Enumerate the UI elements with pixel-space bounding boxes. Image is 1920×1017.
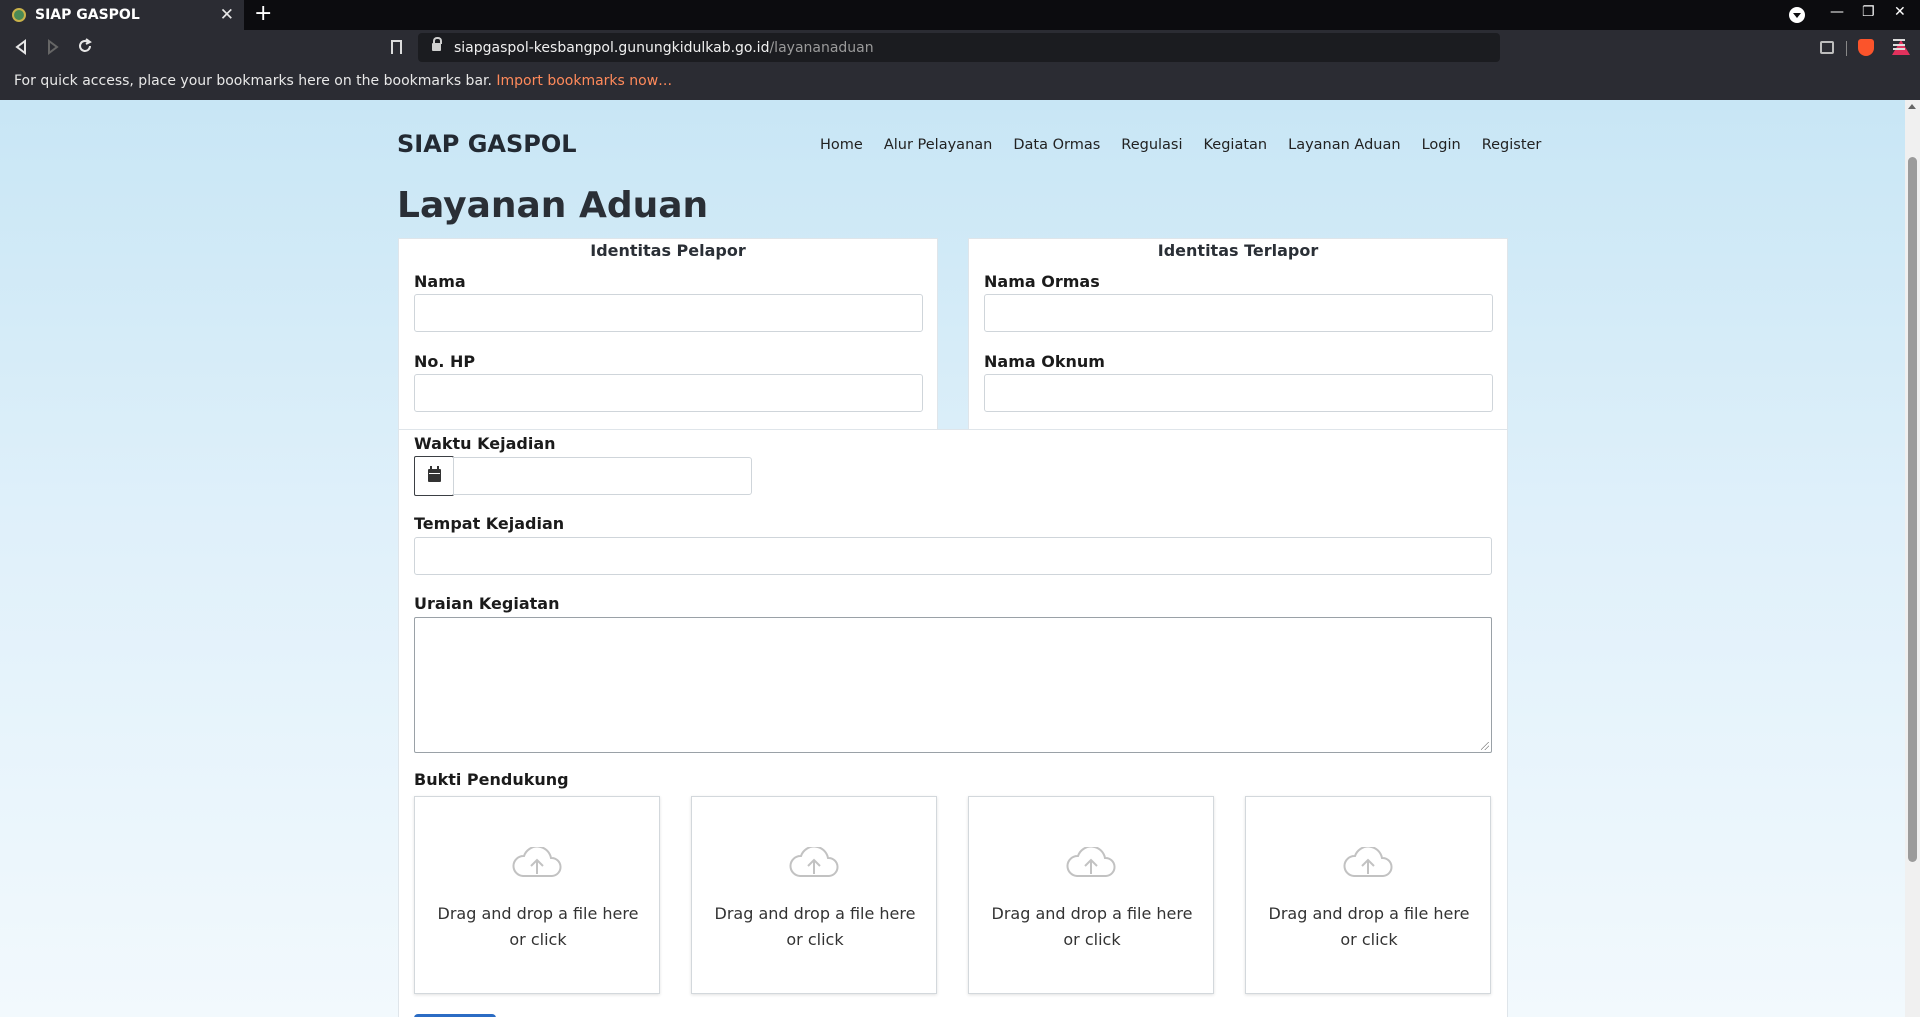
cloud-upload-icon — [1066, 847, 1116, 877]
new-tab-button[interactable]: + — [254, 1, 272, 26]
forward-arrow-icon[interactable] — [46, 39, 60, 55]
pelapor-card-title: Identitas Pelapor — [590, 241, 746, 260]
terlapor-card: Identitas Terlapor Nama Ormas Nama Oknum — [968, 238, 1508, 430]
browser-toolbar: siapgaspol-kesbangpol.gunungkidulkab.go.… — [0, 30, 1920, 66]
uraian-kegiatan-textarea[interactable] — [414, 617, 1492, 753]
brave-shields-icon[interactable] — [1858, 39, 1874, 56]
tempat-kejadian-input[interactable] — [414, 537, 1492, 575]
tab-search-icon[interactable] — [1789, 7, 1805, 23]
cloud-upload-icon — [789, 847, 839, 877]
bookmark-icon[interactable] — [391, 40, 402, 54]
file-dropzone-1[interactable]: Drag and drop a file here or click — [414, 796, 660, 994]
calendar-button[interactable] — [414, 456, 454, 496]
file-dropzone-4[interactable]: Drag and drop a file here or click — [1245, 796, 1491, 994]
dropzone-text: Drag and drop a file here or click — [437, 904, 639, 949]
nav-kegiatan[interactable]: Kegiatan — [1204, 137, 1268, 153]
scrollbar-thumb[interactable] — [1908, 157, 1917, 862]
back-arrow-icon[interactable] — [14, 39, 28, 55]
calendar-icon — [428, 466, 441, 482]
site-brand[interactable]: SIAP GASPOL — [397, 130, 577, 158]
waktu-kejadian-input[interactable] — [453, 457, 752, 495]
resize-grip-icon[interactable] — [1481, 742, 1489, 750]
kejadian-card: Waktu Kejadian Tempat Kejadian Uraian Ke… — [398, 429, 1508, 1017]
window-restore-button[interactable]: ❐ — [1862, 4, 1875, 20]
tab-close-icon[interactable]: ✕ — [220, 5, 234, 25]
nav-regulasi[interactable]: Regulasi — [1121, 137, 1182, 153]
nav-data-ormas[interactable]: Data Ormas — [1013, 137, 1100, 153]
toolbar-divider — [1846, 41, 1847, 56]
page-viewport: SIAP GASPOL Home Alur Pelayanan Data Orm… — [0, 100, 1905, 1017]
terlapor-card-title: Identitas Terlapor — [1157, 241, 1319, 260]
dropzone-text: Drag and drop a file here or click — [714, 904, 916, 949]
nav-home[interactable]: Home — [820, 137, 863, 153]
bukti-pendukung-label: Bukti Pendukung — [414, 770, 569, 789]
page-title: Layanan Aduan — [397, 185, 709, 226]
pelapor-card: Identitas Pelapor Nama No. HP — [398, 238, 938, 430]
file-dropzone-2[interactable]: Drag and drop a file here or click — [691, 796, 937, 994]
lock-icon[interactable] — [432, 37, 442, 52]
translate-icon[interactable] — [1820, 41, 1834, 54]
no-hp-input[interactable] — [414, 374, 923, 412]
waktu-kejadian-label: Waktu Kejadian — [414, 434, 556, 453]
main-nav: Home Alur Pelayanan Data Ormas Regulasi … — [820, 137, 1562, 153]
import-bookmarks-link[interactable]: Import bookmarks now… — [496, 73, 672, 89]
url-path: /layananaduan — [769, 39, 874, 56]
window-close-button[interactable]: ✕ — [1894, 4, 1906, 20]
nav-layanan-aduan[interactable]: Layanan Aduan — [1288, 137, 1400, 153]
nav-alur-pelayanan[interactable]: Alur Pelayanan — [884, 137, 993, 153]
cloud-upload-icon — [512, 847, 562, 877]
reload-icon[interactable] — [77, 38, 93, 54]
file-dropzone-3[interactable]: Drag and drop a file here or click — [968, 796, 1214, 994]
url-host: siapgaspol-kesbangpol.gunungkidulkab.go.… — [454, 39, 770, 56]
tempat-kejadian-label: Tempat Kejadian — [414, 514, 565, 533]
bookmarks-message: For quick access, place your bookmarks h… — [14, 73, 492, 89]
nama-ormas-label: Nama Ormas — [984, 272, 1100, 291]
dropzone-text: Drag and drop a file here or click — [1268, 904, 1470, 949]
browser-tab[interactable]: SIAP GASPOL ✕ — [0, 0, 244, 30]
nav-login[interactable]: Login — [1422, 137, 1461, 153]
site-favicon-icon — [12, 8, 26, 22]
nama-ormas-input[interactable] — [984, 294, 1493, 332]
nama-oknum-label: Nama Oknum — [984, 352, 1105, 371]
window-minimize-button[interactable]: — — [1830, 4, 1844, 20]
no-hp-label: No. HP — [414, 352, 476, 371]
nav-register[interactable]: Register — [1482, 137, 1542, 153]
tab-title: SIAP GASPOL — [35, 7, 140, 23]
nama-input[interactable] — [414, 294, 923, 332]
dropzone-text: Drag and drop a file here or click — [991, 904, 1193, 949]
cloud-upload-icon — [1343, 847, 1393, 877]
bookmarks-bar: For quick access, place your bookmarks h… — [0, 66, 1920, 100]
hamburger-menu-icon[interactable] — [1893, 39, 1905, 50]
page-scrollbar[interactable] — [1905, 100, 1920, 1017]
nama-label: Nama — [414, 272, 466, 291]
tab-strip: SIAP GASPOL ✕ + — ❐ ✕ — [0, 0, 1920, 30]
address-bar[interactable]: siapgaspol-kesbangpol.gunungkidulkab.go.… — [418, 33, 1910, 62]
nama-oknum-input[interactable] — [984, 374, 1493, 412]
uraian-kegiatan-label: Uraian Kegiatan — [414, 594, 560, 613]
scroll-up-icon[interactable] — [1908, 104, 1916, 109]
